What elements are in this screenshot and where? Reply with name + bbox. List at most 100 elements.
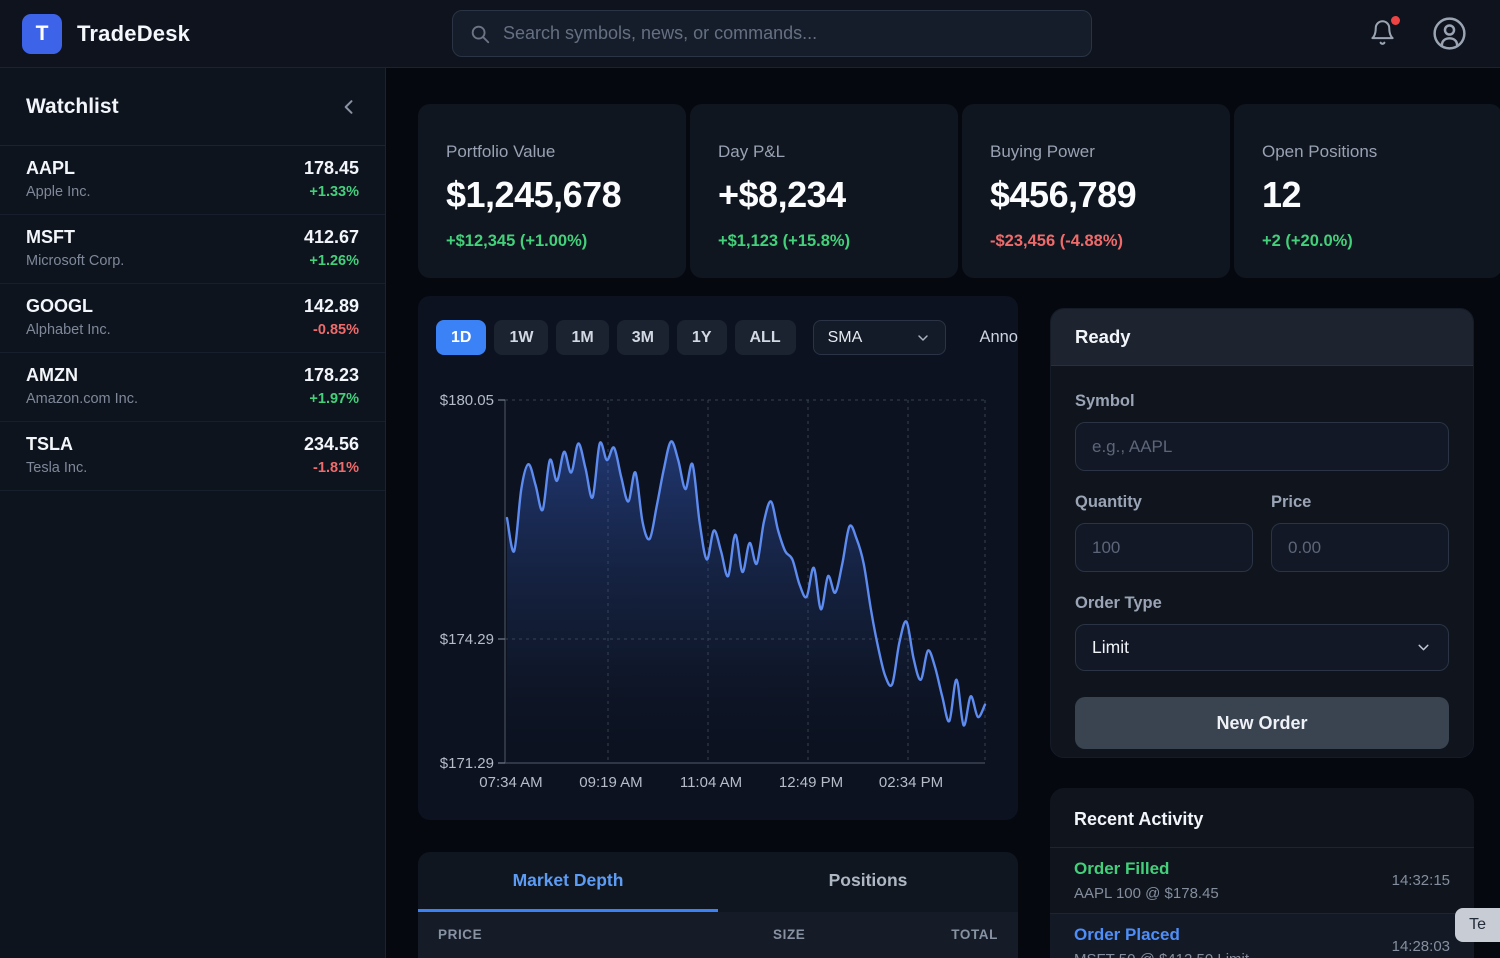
search-input[interactable] <box>503 23 1075 44</box>
watchlist-company: Alphabet Inc. <box>26 322 111 338</box>
stat-label: Day P&L <box>718 142 930 162</box>
notification-dot <box>1391 16 1400 25</box>
column-price: PRICE <box>438 927 482 942</box>
app-title: TradeDesk <box>77 21 190 47</box>
brand: T TradeDesk <box>22 14 190 54</box>
watchlist-price: 178.45 <box>304 158 359 179</box>
range-button-all[interactable]: ALL <box>735 320 796 355</box>
watchlist-row[interactable]: AMZN Amazon.com Inc. 178.23 +1.97% <box>0 353 385 422</box>
range-button-1d[interactable]: 1D <box>436 320 486 355</box>
watchlist-change: +1.26% <box>304 253 359 269</box>
activity-item[interactable]: Order Placed MSFT 50 @ $412.50 Limit 14:… <box>1050 914 1474 958</box>
stat-change: +$12,345 (+1.00%) <box>446 232 658 251</box>
watchlist-symbol: TSLA <box>26 434 87 455</box>
watchlist-company: Apple Inc. <box>26 184 91 200</box>
x-tick-label: 12:49 PM <box>779 774 843 791</box>
watchlist-change: +1.97% <box>304 391 359 407</box>
y-tick-label: $180.05 <box>440 392 494 409</box>
toast-clipped: Te <box>1455 908 1500 942</box>
price-chart-card: 1D1W1M 3M1YALL SMA Anno <box>418 296 1018 820</box>
activity-item[interactable]: Order Filled AAPL 100 @ $178.45 14:32:15 <box>1050 848 1474 914</box>
price-input[interactable] <box>1271 523 1449 572</box>
depth-table-header: PRICE SIZE TOTAL <box>418 912 1018 958</box>
symbol-label: Symbol <box>1075 392 1449 411</box>
symbol-input[interactable] <box>1075 422 1449 471</box>
chevron-down-icon <box>915 330 931 346</box>
x-tick-label: 02:34 PM <box>879 774 943 791</box>
activity-item-title: Order Filled <box>1074 859 1219 879</box>
collapse-sidebar-button[interactable] <box>339 97 359 117</box>
stat-change: +2 (+20.0%) <box>1262 232 1474 251</box>
watchlist-company: Amazon.com Inc. <box>26 391 138 407</box>
x-tick-label: 07:34 AM <box>479 774 542 791</box>
column-total: TOTAL <box>951 927 998 942</box>
watchlist-price: 234.56 <box>304 434 359 455</box>
x-tick-label: 11:04 AM <box>680 774 742 791</box>
watchlist-company: Microsoft Corp. <box>26 253 124 269</box>
activity-item-title: Order Placed <box>1074 925 1249 945</box>
watchlist-title: Watchlist <box>26 95 119 119</box>
y-tick-label: $174.29 <box>440 631 494 648</box>
user-avatar-icon <box>1432 16 1467 51</box>
stat-label: Portfolio Value <box>446 142 658 162</box>
x-tick-label: 09:19 AM <box>579 774 642 791</box>
account-avatar-button[interactable] <box>1432 16 1467 51</box>
watchlist-row[interactable]: AAPL Apple Inc. 178.45 +1.33% <box>0 146 385 215</box>
stats-row: Portfolio Value$1,245,678+$12,345 (+1.00… <box>418 104 1500 278</box>
tab-positions[interactable]: Positions <box>718 852 1018 912</box>
quantity-label: Quantity <box>1075 493 1253 512</box>
notifications-button[interactable] <box>1369 19 1399 49</box>
depth-tabs: Market Depth Positions <box>418 852 1018 912</box>
column-size: SIZE <box>773 927 805 942</box>
indicator-select[interactable]: SMA <box>813 320 947 355</box>
watchlist-row[interactable]: GOOGLAlphabet Inc.142.89-0.85% <box>0 284 385 353</box>
chevron-left-icon <box>339 97 359 117</box>
indicator-selected-value: SMA <box>828 329 863 347</box>
stat-card: Open Positions12+2 (+20.0%) <box>1234 104 1500 278</box>
new-order-button[interactable]: New Order <box>1075 697 1449 749</box>
chart-toolbar: 1D1W1M 3M1YALL SMA Anno <box>436 320 1018 355</box>
price-label: Price <box>1271 493 1449 512</box>
stat-value: +$8,234 <box>718 174 930 216</box>
stat-card: Day P&L+$8,234+$1,123 (+15.8%) <box>690 104 958 278</box>
watchlist-change: +1.33% <box>304 184 359 200</box>
activity-item-time: 14:28:03 <box>1392 938 1450 955</box>
range-button-1m[interactable]: 1M <box>556 320 608 355</box>
stat-value: $456,789 <box>990 174 1202 216</box>
order-panel-header: Ready <box>1051 309 1473 366</box>
top-bar: T TradeDesk <box>0 0 1500 68</box>
tab-market-depth[interactable]: Market Depth <box>418 852 718 912</box>
stat-change: -$23,456 (-4.88%) <box>990 232 1202 251</box>
depth-positions-card: Market Depth Positions PRICE SIZE TOTAL <box>418 852 1018 958</box>
watchlist-row[interactable]: TSLATesla Inc.234.56-1.81% <box>0 422 385 491</box>
logo-letter: T <box>36 22 49 46</box>
watchlist-symbol: AAPL <box>26 158 91 179</box>
annotations-label-clipped: Anno <box>979 328 1018 347</box>
range-button-1y[interactable]: 1Y <box>677 320 727 355</box>
recent-activity-title: Recent Activity <box>1074 809 1203 829</box>
watchlist-sidebar: Watchlist AAPL Apple Inc. 178.45 +1.33% MSFT… <box>0 68 386 958</box>
watchlist-price: 178.23 <box>304 365 359 386</box>
watchlist-price: 412.67 <box>304 227 359 248</box>
global-search[interactable] <box>452 10 1092 57</box>
range-button-1w[interactable]: 1W <box>494 320 548 355</box>
order-status: Ready <box>1075 326 1131 348</box>
range-button-3m[interactable]: 3M <box>617 320 669 355</box>
order-type-select[interactable]: Limit <box>1075 624 1449 671</box>
order-entry-panel: Ready Symbol Quantity Price <box>1050 308 1474 758</box>
stat-value: 12 <box>1262 174 1474 216</box>
order-type-label: Order Type <box>1075 594 1449 613</box>
activity-item-time: 14:32:15 <box>1392 872 1450 889</box>
watchlist-symbol: AMZN <box>26 365 138 386</box>
app-logo: T <box>22 14 62 54</box>
search-icon <box>469 23 491 45</box>
activity-item-detail: MSFT 50 @ $412.50 Limit <box>1074 951 1249 958</box>
watchlist-symbol: MSFT <box>26 227 124 248</box>
chart-area[interactable]: $180.05 $174.29 $171.29 07:34 AM 09:19 A… <box>436 366 1018 799</box>
y-tick-label: $171.29 <box>440 755 494 772</box>
activity-item-detail: AAPL 100 @ $178.45 <box>1074 885 1219 902</box>
watchlist-row[interactable]: MSFT Microsoft Corp. 412.67 +1.26% <box>0 215 385 284</box>
main-content: Portfolio Value$1,245,678+$12,345 (+1.00… <box>386 68 1500 958</box>
watchlist-symbol: GOOGL <box>26 296 111 317</box>
quantity-input[interactable] <box>1075 523 1253 572</box>
